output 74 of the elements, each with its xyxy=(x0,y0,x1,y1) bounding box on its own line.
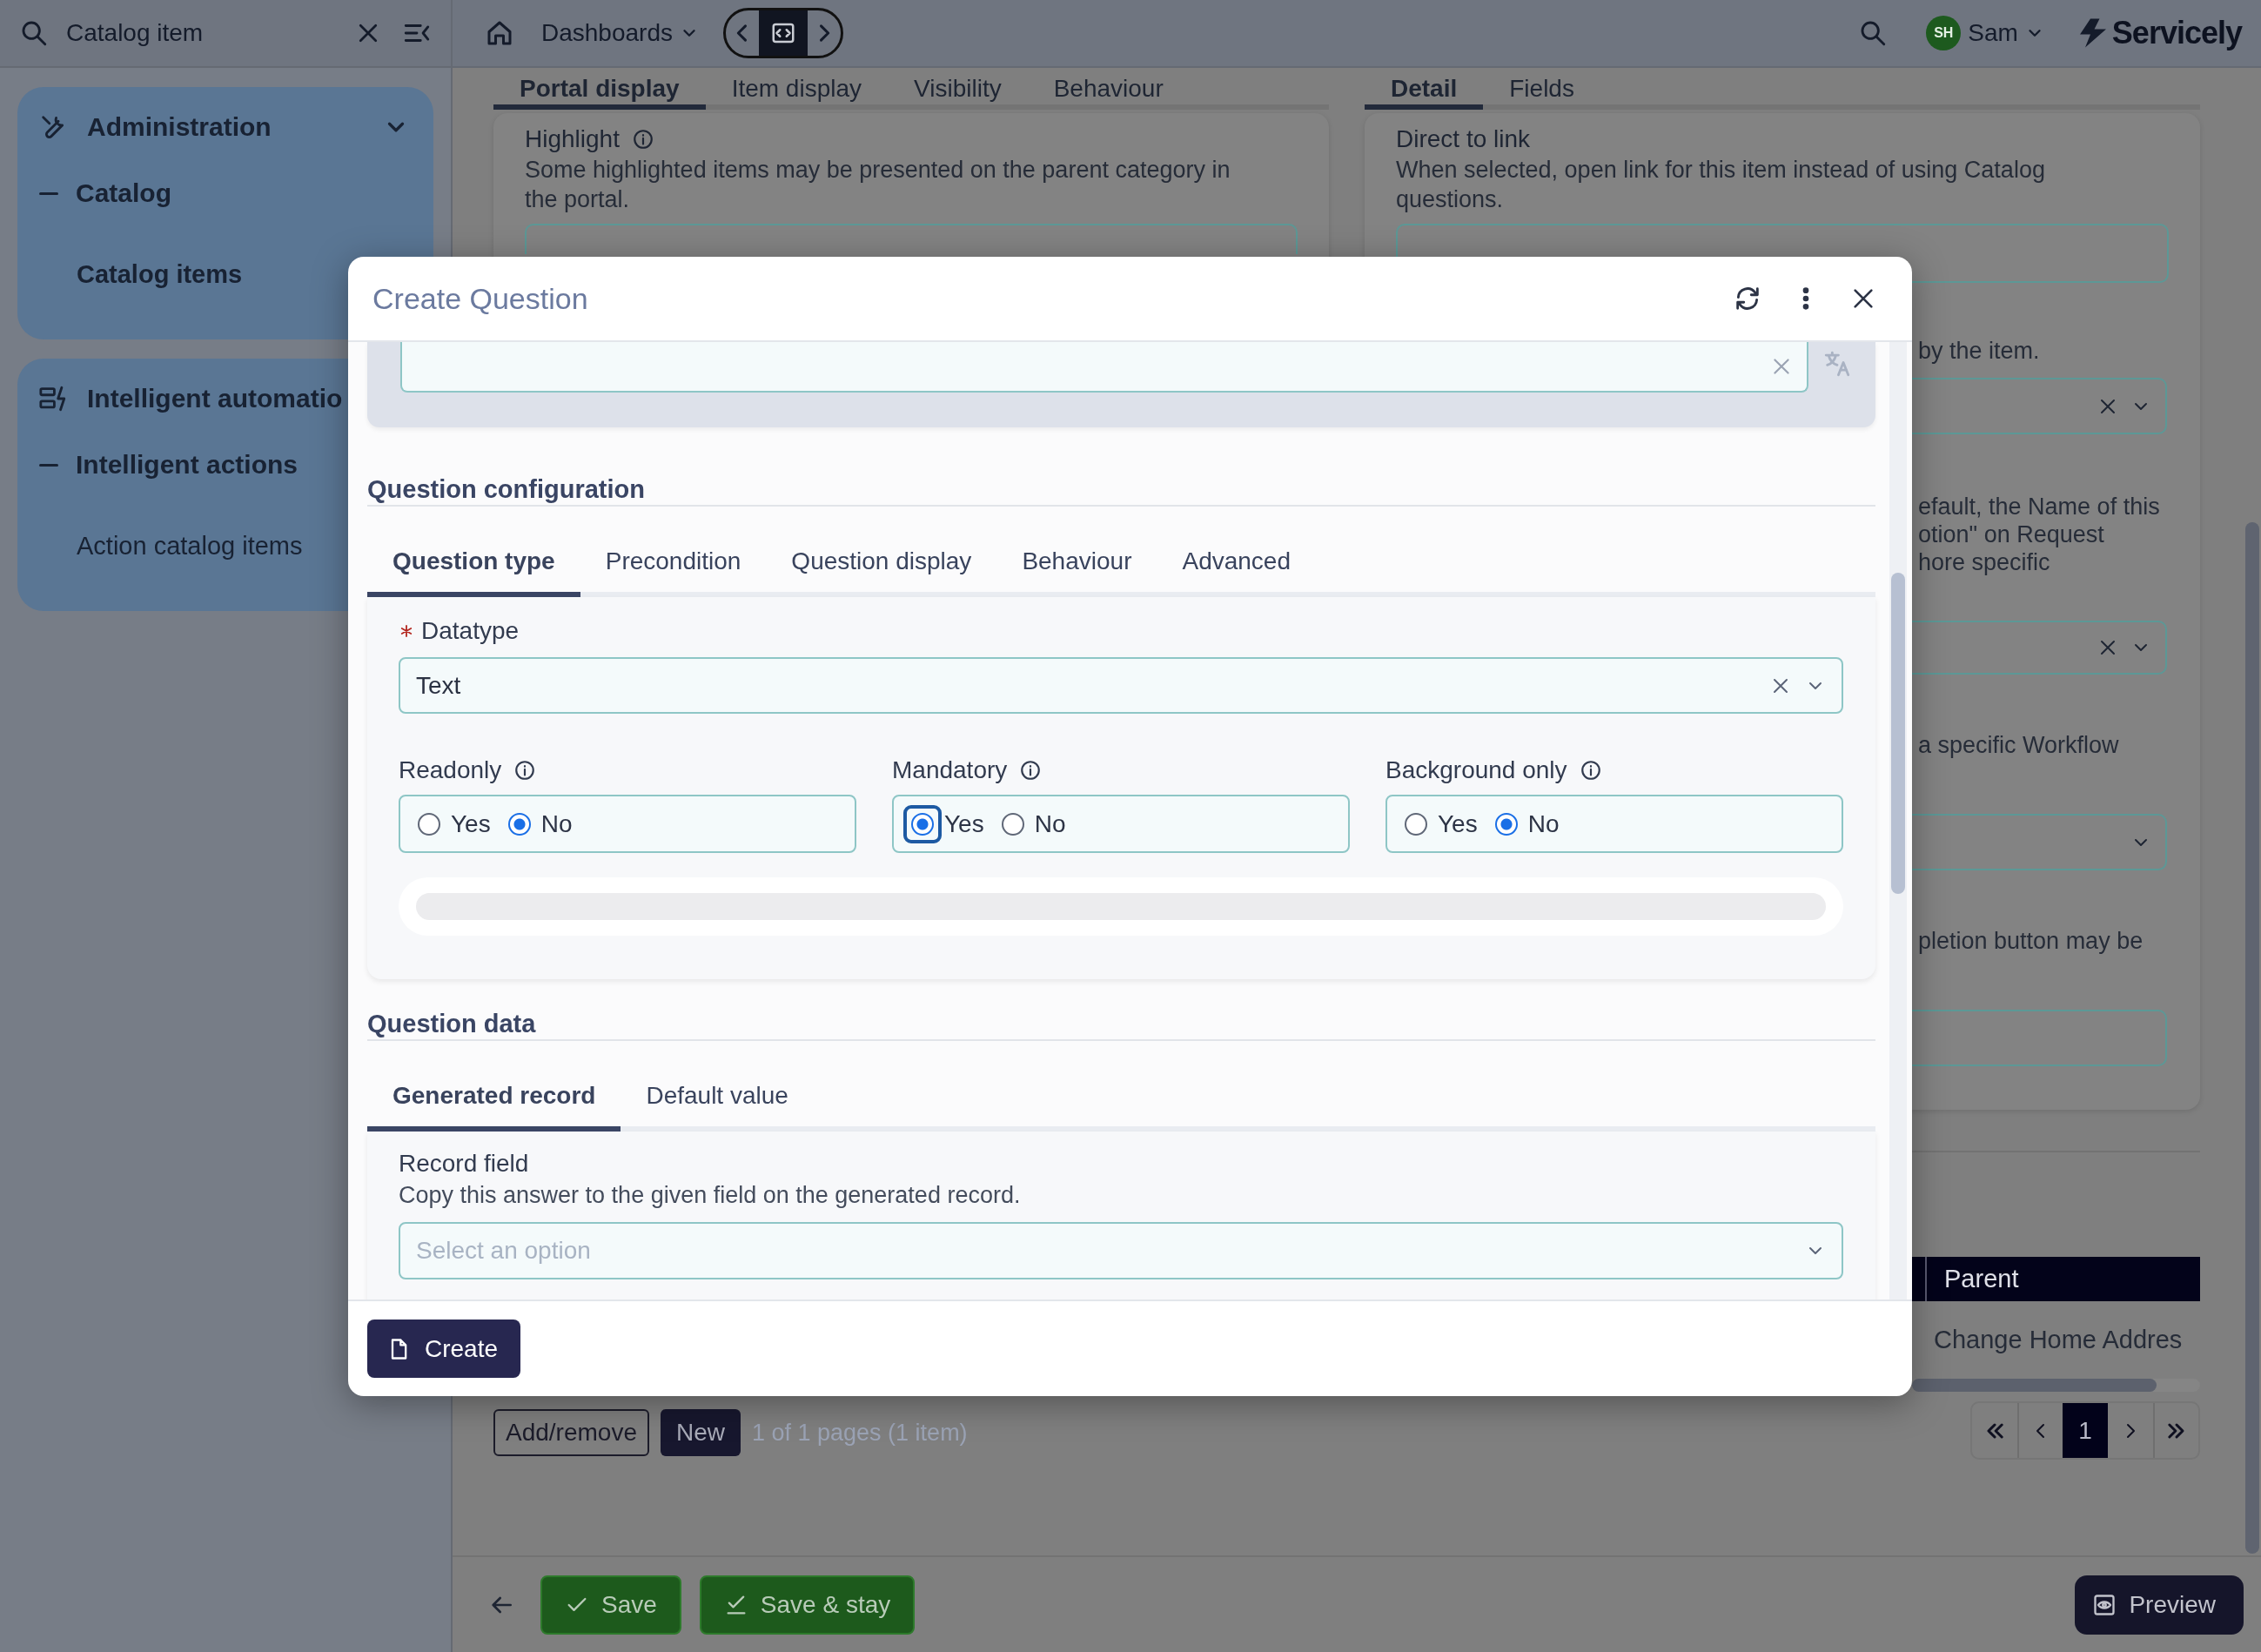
tab[interactable]: Item display xyxy=(705,68,889,110)
horizontal-scrollbar[interactable] xyxy=(1912,1379,2200,1392)
section-title: Question data xyxy=(367,1008,1875,1041)
sidebar-item[interactable]: Action catalog items xyxy=(77,531,303,561)
radio-button[interactable] xyxy=(507,812,531,836)
field-description: pletion button may be xyxy=(1918,927,2144,955)
sidebar-item[interactable]: Catalog xyxy=(76,178,171,208)
field-description: efault, the Name of this otion" on Request hore specific xyxy=(1918,493,2161,576)
section-title: Question configuration xyxy=(367,473,1875,507)
radio-label: Yes xyxy=(944,809,984,838)
field-description: When selected, open link for this item instead of using Catalog questions. xyxy=(1396,156,2046,214)
tab[interactable]: Fields xyxy=(1483,68,1600,110)
tab[interactable]: Precondition xyxy=(580,507,767,597)
input-field[interactable] xyxy=(400,342,1808,393)
field-description: by the item. xyxy=(1918,337,2041,365)
tab[interactable]: Behaviour xyxy=(1027,68,1190,110)
page-nav-group[interactable] xyxy=(723,8,843,58)
info-icon[interactable] xyxy=(513,759,537,782)
radio-button[interactable] xyxy=(418,812,440,836)
dialog-title: Create Question xyxy=(372,281,589,316)
input-field[interactable] xyxy=(1912,1010,2167,1066)
page-number[interactable]: 1 xyxy=(2063,1403,2108,1458)
group-title: Administration xyxy=(87,112,272,142)
field-label: Highlight xyxy=(525,124,620,154)
brand-logo-text: Servicely xyxy=(2111,15,2242,51)
field-description: a specific Workflow xyxy=(1918,731,2120,759)
field-description: Copy this answer to the given field on the generated record. xyxy=(399,1181,1022,1210)
info-icon[interactable] xyxy=(1579,759,1602,782)
minus-icon xyxy=(39,191,58,195)
field-label: Direct to link xyxy=(1396,124,1531,154)
user-menu[interactable]: SH Sam xyxy=(1919,10,2051,56)
radio-button[interactable] xyxy=(1001,812,1024,836)
save-button[interactable]: Save xyxy=(540,1575,681,1635)
radio-button[interactable] xyxy=(1405,812,1427,836)
field-description: Some highlighted items may be presented on the parent category in the portal. xyxy=(525,156,1231,214)
field-label: Datatype xyxy=(421,616,520,646)
avatar: SH xyxy=(1926,16,1962,50)
automation-icon xyxy=(38,384,68,413)
group-title: Intelligent automatio xyxy=(87,384,343,413)
field-label: Mandatory xyxy=(892,755,1008,785)
select-field[interactable] xyxy=(1912,378,2167,434)
vertical-scrollbar[interactable] xyxy=(1889,342,1907,1299)
tab[interactable]: Visibility xyxy=(888,68,1028,110)
radio-label: No xyxy=(1527,809,1560,838)
tab[interactable]: Behaviour xyxy=(996,507,1157,597)
column-header: Parent xyxy=(1944,1265,2019,1293)
radio-button[interactable] xyxy=(1494,812,1518,836)
minus-icon xyxy=(39,463,58,467)
sidebar-item[interactable]: Intelligent actions xyxy=(76,450,299,480)
save-button[interactable]: Save & stay xyxy=(699,1575,916,1635)
radio-label: No xyxy=(540,809,573,838)
field-label: Background only xyxy=(1385,755,1567,785)
tab[interactable]: Default value xyxy=(621,1041,814,1132)
select-field[interactable] xyxy=(1912,621,2167,675)
search-field[interactable]: Catalog item xyxy=(66,16,327,50)
radio-label: Yes xyxy=(451,809,491,838)
create-button[interactable]: Create xyxy=(367,1320,521,1378)
table-cell-text: Change Home Addres xyxy=(1934,1325,2184,1354)
field-label: Readonly xyxy=(399,755,502,785)
new-button[interactable]: New xyxy=(660,1409,741,1456)
radio-button[interactable] xyxy=(911,812,934,836)
tab[interactable]: Advanced xyxy=(1157,507,1316,597)
tab[interactable]: Question display xyxy=(766,507,997,597)
add-remove-button[interactable]: Add/remove xyxy=(493,1409,649,1456)
info-icon[interactable] xyxy=(1019,759,1043,782)
select-field[interactable] xyxy=(1912,814,2167,870)
field-label: Record field xyxy=(399,1149,529,1179)
select-field[interactable]: Text xyxy=(399,657,1843,714)
radio-label: Yes xyxy=(1438,809,1478,838)
dashboards-menu[interactable]: Dashboards xyxy=(534,14,706,52)
preview-button[interactable]: Preview xyxy=(2075,1575,2244,1635)
sidebar-item[interactable]: Catalog items xyxy=(77,259,243,289)
radio-label: No xyxy=(1034,809,1066,838)
eye-icon xyxy=(2092,1593,2117,1617)
